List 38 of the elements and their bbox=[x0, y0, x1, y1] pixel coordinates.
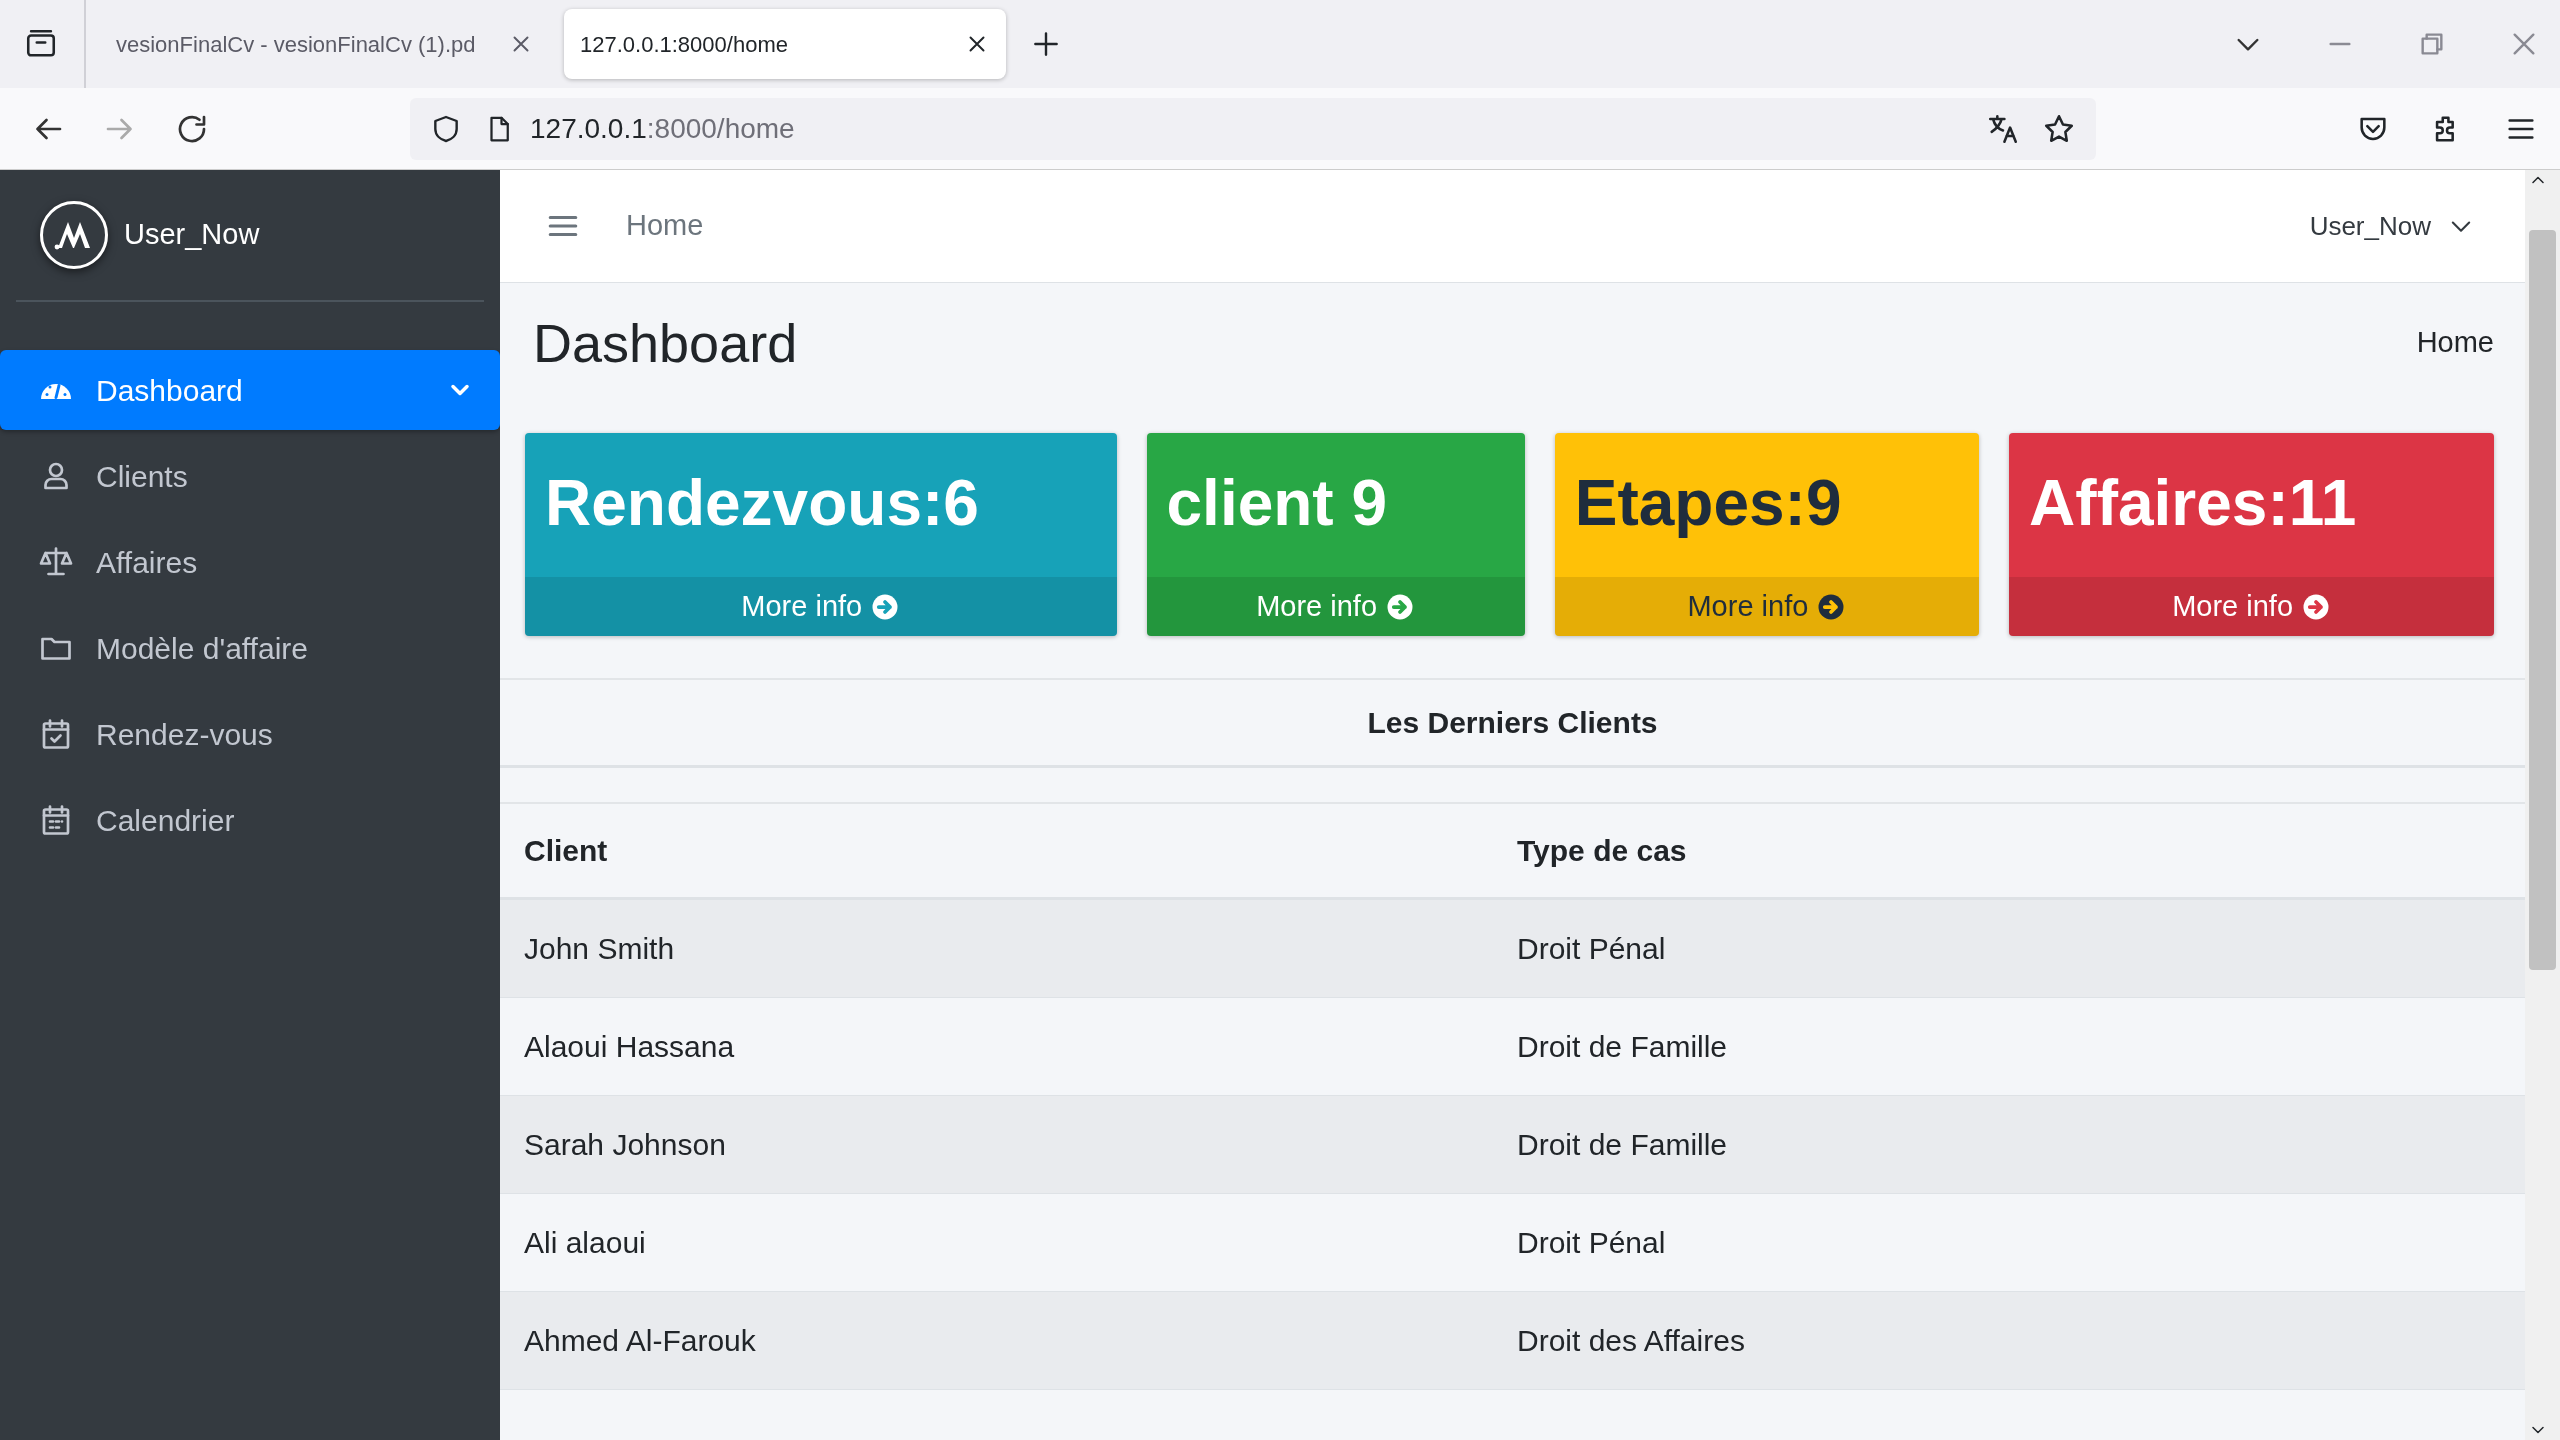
user-name[interactable]: User_Now bbox=[124, 213, 260, 257]
more-info-link[interactable]: More info bbox=[1554, 577, 1980, 636]
more-info-link[interactable]: More info bbox=[2009, 577, 2495, 636]
column-header: Type de cas bbox=[1517, 833, 1688, 869]
browser-tab[interactable]: 127.0.0.1:8000/home bbox=[564, 9, 1006, 79]
table-cell-text: Droit Pénal bbox=[1517, 1225, 1667, 1261]
user-dropdown[interactable]: User_Now bbox=[2309, 206, 2475, 246]
table-cell-text: Ali alaoui bbox=[523, 1225, 647, 1261]
table-cell-text: Ahmed Al-Farouk bbox=[523, 1323, 757, 1359]
table-cell-text: Droit Pénal bbox=[1517, 931, 1667, 967]
table-cell-text: Droit de Famille bbox=[1517, 1029, 1729, 1065]
table-cell-text: Sarah Johnson bbox=[523, 1127, 727, 1163]
sidebar-item[interactable]: Clients bbox=[0, 436, 500, 516]
stat-value: Etapes:9 bbox=[1573, 466, 1843, 541]
stat-value: Rendezvous:6 bbox=[544, 466, 980, 541]
nav-link[interactable]: Home bbox=[626, 204, 704, 248]
more-info-link[interactable]: More info bbox=[1146, 577, 1525, 636]
section-title: Les Derniers Clients bbox=[500, 680, 2525, 768]
sidebar-item[interactable]: Calendrier bbox=[0, 780, 500, 860]
table-cell-text: Droit de Famille bbox=[1517, 1127, 1729, 1163]
address-field[interactable]: 127.0.0.1:8000/home bbox=[410, 97, 2096, 160]
page-title: Dashboard bbox=[533, 312, 798, 375]
avatar-logo bbox=[40, 201, 108, 269]
sidebar-item[interactable]: Affaires bbox=[0, 522, 500, 602]
sidebar-item[interactable]: Rendez-vous bbox=[0, 694, 500, 774]
column-header: Client bbox=[523, 833, 609, 869]
scrollbar-thumb[interactable] bbox=[2529, 230, 2556, 970]
more-info-link[interactable]: More info bbox=[525, 577, 1117, 636]
stat-value: Affaires:11 bbox=[2028, 466, 2358, 541]
table-cell-text: Alaoui Hassana bbox=[523, 1029, 736, 1065]
breadcrumb-link[interactable]: Home bbox=[2416, 321, 2494, 365]
sidebar-item[interactable]: Modèle d'affaire bbox=[0, 608, 500, 688]
browser-tab[interactable]: vesionFinalCv - vesionFinalCv (1).pd bbox=[100, 9, 550, 79]
scrollbar[interactable] bbox=[2525, 170, 2560, 1440]
table-cell-text: Droit des Affaires bbox=[1517, 1323, 1746, 1359]
stat-value: client 9 bbox=[1165, 466, 1389, 541]
table-cell-text: John Smith bbox=[523, 931, 676, 967]
sidebar-item[interactable]: Dashboard bbox=[0, 350, 500, 430]
